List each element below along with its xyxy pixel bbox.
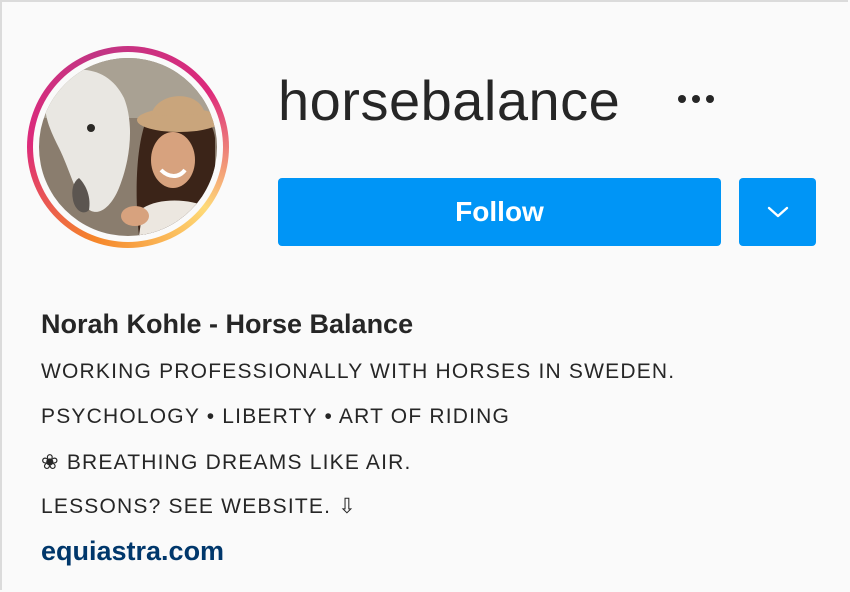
avatar-story-ring[interactable] <box>27 46 229 248</box>
bio-line: LESSONS? SEE WEBSITE. ⇩ <box>41 495 357 518</box>
avatar[interactable] <box>39 58 217 236</box>
bio-line: WORKING PROFESSIONALLY WITH HORSES IN SW… <box>41 360 676 383</box>
website-link[interactable]: equiastra.com <box>41 533 224 569</box>
more-horizontal-icon[interactable] <box>666 82 726 116</box>
profile-full-name: Norah Kohle - Horse Balance <box>41 309 414 339</box>
more-dot <box>692 95 700 103</box>
avatar-ring-gap <box>33 52 223 242</box>
profile-header: horsebalance Follow Norah Kohle - Horse … <box>0 0 848 590</box>
more-dot <box>678 95 686 103</box>
avatar-photo <box>39 58 217 236</box>
profile-username: horsebalance <box>278 69 621 132</box>
more-dot <box>706 95 714 103</box>
follow-button[interactable]: Follow <box>278 178 721 246</box>
suggested-accounts-button[interactable] <box>739 178 816 246</box>
bio-line: PSYCHOLOGY • LIBERTY • ART OF RIDING <box>41 405 511 428</box>
bio-line: ❀ BREATHING DREAMS LIKE AIR. <box>41 451 412 474</box>
chevron-down-icon <box>767 206 788 218</box>
